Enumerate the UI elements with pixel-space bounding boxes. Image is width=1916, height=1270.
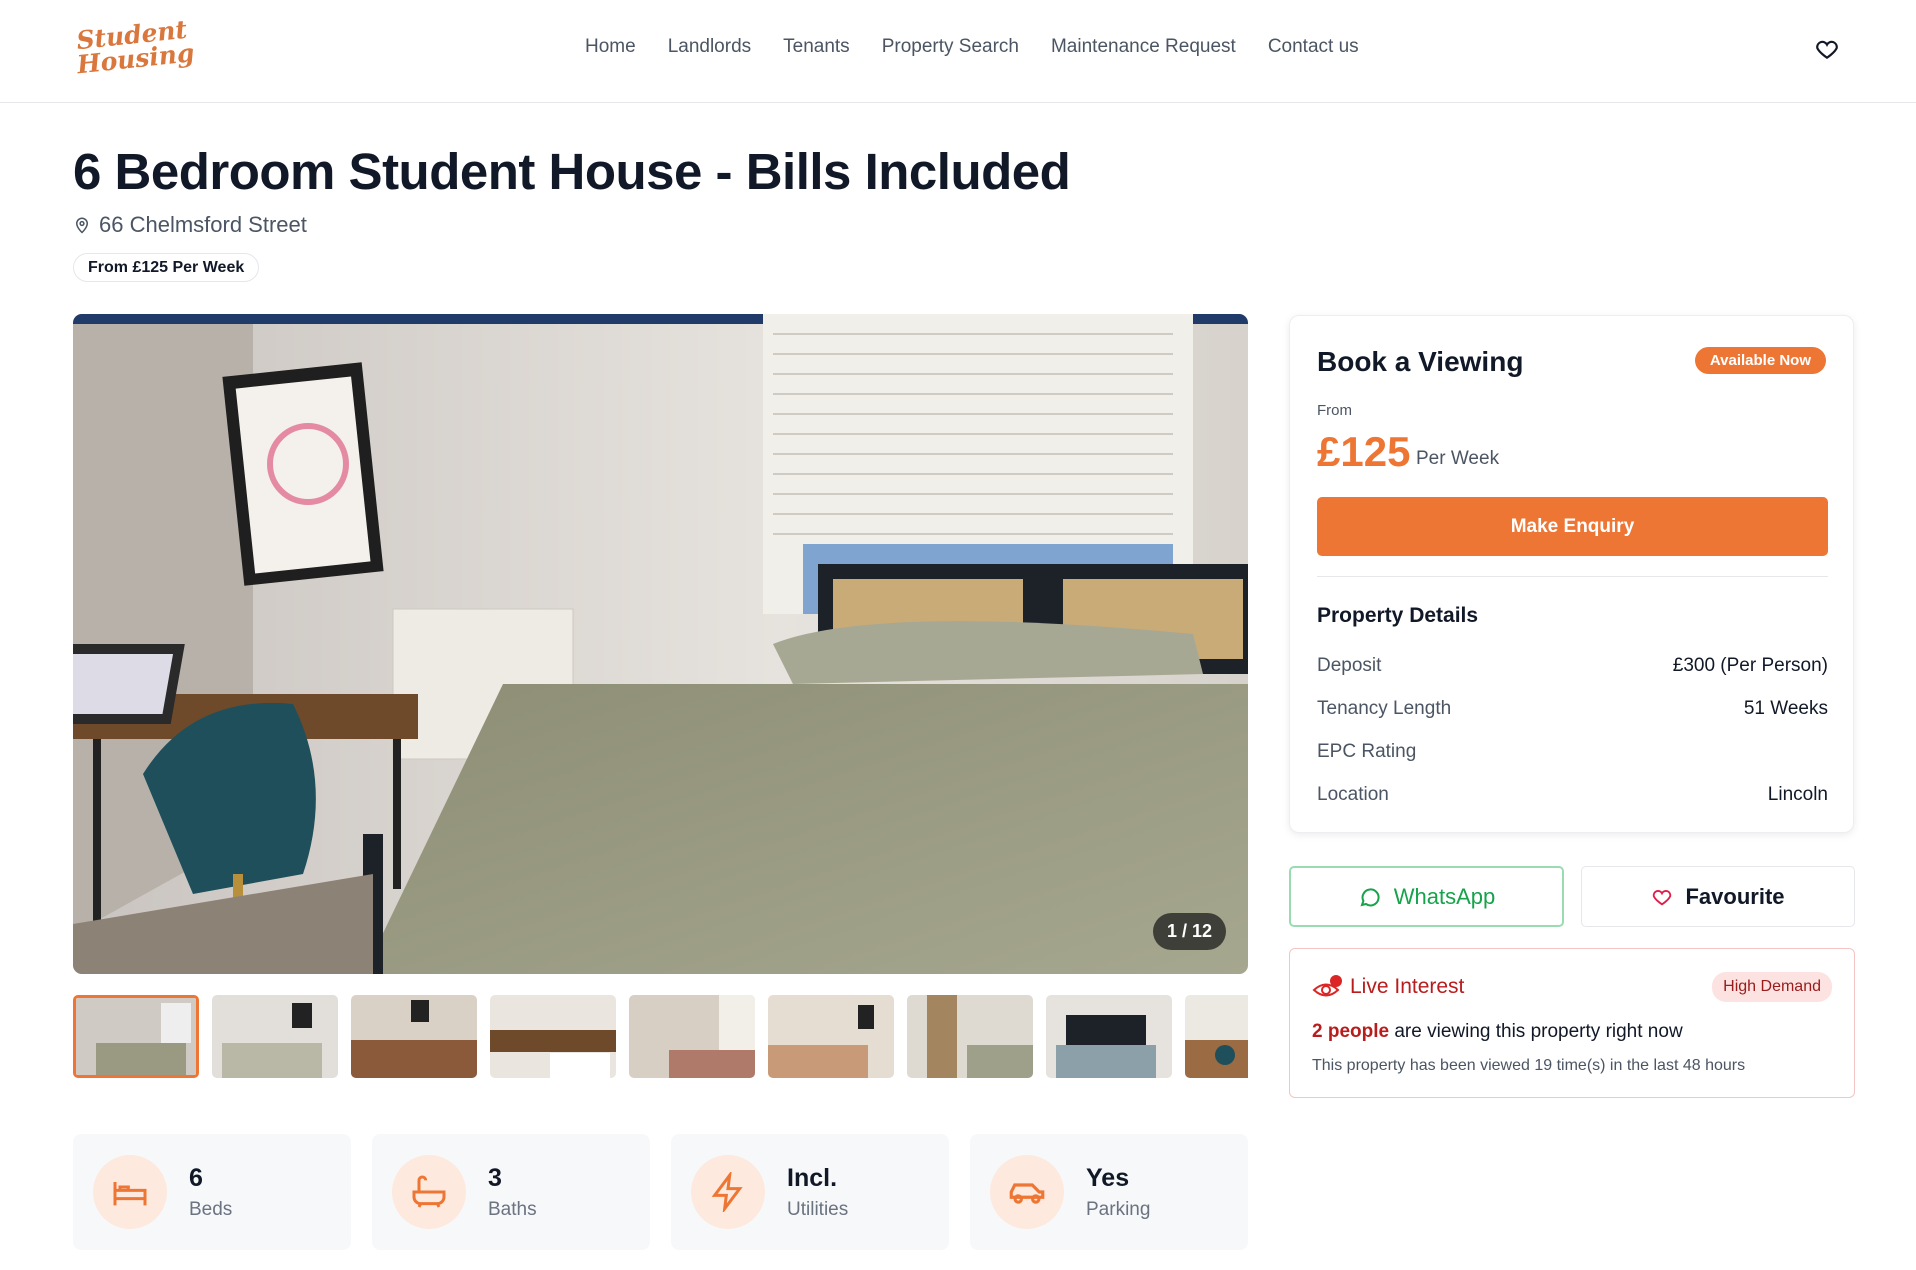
detail-row-epc-rating: EPC Rating	[1317, 741, 1828, 763]
map-pin-icon	[75, 217, 89, 234]
weekly-price: £125	[1317, 428, 1411, 475]
thumbnail-1[interactable]	[73, 995, 199, 1078]
address-text: 66 Chelmsford Street	[99, 212, 307, 237]
detail-label: Deposit	[1317, 655, 1382, 676]
feature-cards: 6 Beds 3 Baths Incl. Utilities Yes Parki…	[73, 1134, 1248, 1250]
whatsapp-button[interactable]: WhatsApp	[1289, 866, 1564, 927]
thumbnail-6[interactable]	[768, 995, 894, 1078]
feature-utilities: Incl. Utilities	[671, 1134, 949, 1250]
main-nav: Home Landlords Tenants Property Search M…	[585, 36, 1359, 58]
property-details-title: Property Details	[1317, 604, 1479, 627]
thumbnail-strip	[73, 995, 1248, 1078]
detail-value: Lincoln	[1767, 784, 1828, 805]
nav-tenants[interactable]: Tenants	[783, 36, 850, 58]
favourite-button[interactable]: Favourite	[1581, 866, 1855, 927]
booking-panel: Book a Viewing Available Now From £125 P…	[1289, 315, 1854, 833]
feature-utilities-value: Incl.	[787, 1163, 838, 1192]
lightning-icon	[691, 1155, 765, 1229]
price-unit: Per Week	[1416, 448, 1500, 469]
price-chip: From £125 Per Week	[73, 253, 260, 282]
live-interest-title: Live Interest	[1350, 975, 1465, 998]
feature-beds: 6 Beds	[73, 1134, 351, 1250]
feature-utilities-label: Utilities	[787, 1198, 849, 1220]
feature-parking: Yes Parking	[970, 1134, 1248, 1250]
thumbnail-9[interactable]	[1185, 995, 1248, 1078]
feature-beds-label: Beds	[189, 1198, 233, 1220]
detail-value: 51 Weeks	[1743, 698, 1828, 719]
feature-beds-value: 6	[189, 1163, 203, 1192]
listing-address: 66 Chelmsford Street	[73, 212, 307, 238]
thumbnail-4[interactable]	[490, 995, 616, 1078]
feature-parking-value: Yes	[1086, 1163, 1130, 1192]
detail-label: Tenancy Length	[1317, 698, 1452, 719]
eye-icon	[1312, 975, 1342, 997]
logo-text-line2: Housing	[75, 38, 196, 80]
thumbnail-8[interactable]	[1046, 995, 1172, 1078]
view-history: This property has been viewed 19 time(s)…	[1312, 1057, 1746, 1074]
from-label: From	[1317, 402, 1352, 419]
nav-home[interactable]: Home	[585, 36, 636, 58]
viewers-text: are viewing this property right now	[1389, 1021, 1683, 1042]
feature-baths-value: 3	[488, 1163, 502, 1192]
bedroom-photo	[73, 314, 1248, 974]
heart-icon	[1653, 889, 1672, 905]
make-enquiry-button[interactable]: Make Enquiry	[1317, 497, 1828, 556]
detail-row-location: Location Lincoln	[1317, 784, 1828, 806]
feature-parking-label: Parking	[1086, 1198, 1151, 1220]
current-viewers: 2 people are viewing this property right…	[1312, 1021, 1683, 1043]
live-interest-panel: Live Interest High Demand 2 people are v…	[1289, 948, 1855, 1098]
favourite-label: Favourite	[1685, 883, 1785, 909]
feature-baths: 3 Baths	[372, 1134, 650, 1250]
site-logo[interactable]: Student Housing	[75, 15, 196, 85]
bed-icon	[93, 1155, 167, 1229]
detail-row-deposit: Deposit £300 (Per Person)	[1317, 655, 1828, 677]
booking-title: Book a Viewing	[1317, 346, 1524, 377]
nav-property-search[interactable]: Property Search	[882, 36, 1019, 58]
divider	[1317, 576, 1828, 577]
thumbnail-5[interactable]	[629, 995, 755, 1078]
high-demand-badge: High Demand	[1712, 972, 1832, 1002]
main-photo[interactable]: 1 / 12	[73, 314, 1248, 974]
listing-title: 6 Bedroom Student House - Bills Included	[73, 143, 1071, 200]
bath-icon	[392, 1155, 466, 1229]
heart-icon[interactable]	[1814, 36, 1840, 62]
nav-landlords[interactable]: Landlords	[668, 36, 751, 58]
whatsapp-label: WhatsApp	[1393, 883, 1496, 909]
thumbnail-3[interactable]	[351, 995, 477, 1078]
photo-counter: 1 / 12	[1152, 913, 1226, 950]
detail-value: £300 (Per Person)	[1672, 655, 1828, 676]
feature-baths-label: Baths	[488, 1198, 537, 1220]
detail-label: EPC Rating	[1317, 741, 1417, 762]
viewers-count: 2 people	[1312, 1021, 1390, 1042]
nav-maintenance-request[interactable]: Maintenance Request	[1051, 36, 1236, 58]
car-icon	[990, 1155, 1064, 1229]
thumbnail-7[interactable]	[907, 995, 1033, 1078]
availability-badge: Available Now	[1694, 347, 1826, 374]
chat-bubble-icon	[1360, 887, 1380, 906]
detail-label: Location	[1317, 784, 1389, 805]
site-header: Student Housing Home Landlords Tenants P…	[0, 0, 1916, 103]
nav-contact-us[interactable]: Contact us	[1268, 36, 1359, 58]
thumbnail-2[interactable]	[212, 995, 338, 1078]
detail-row-tenancy-length: Tenancy Length 51 Weeks	[1317, 698, 1828, 720]
